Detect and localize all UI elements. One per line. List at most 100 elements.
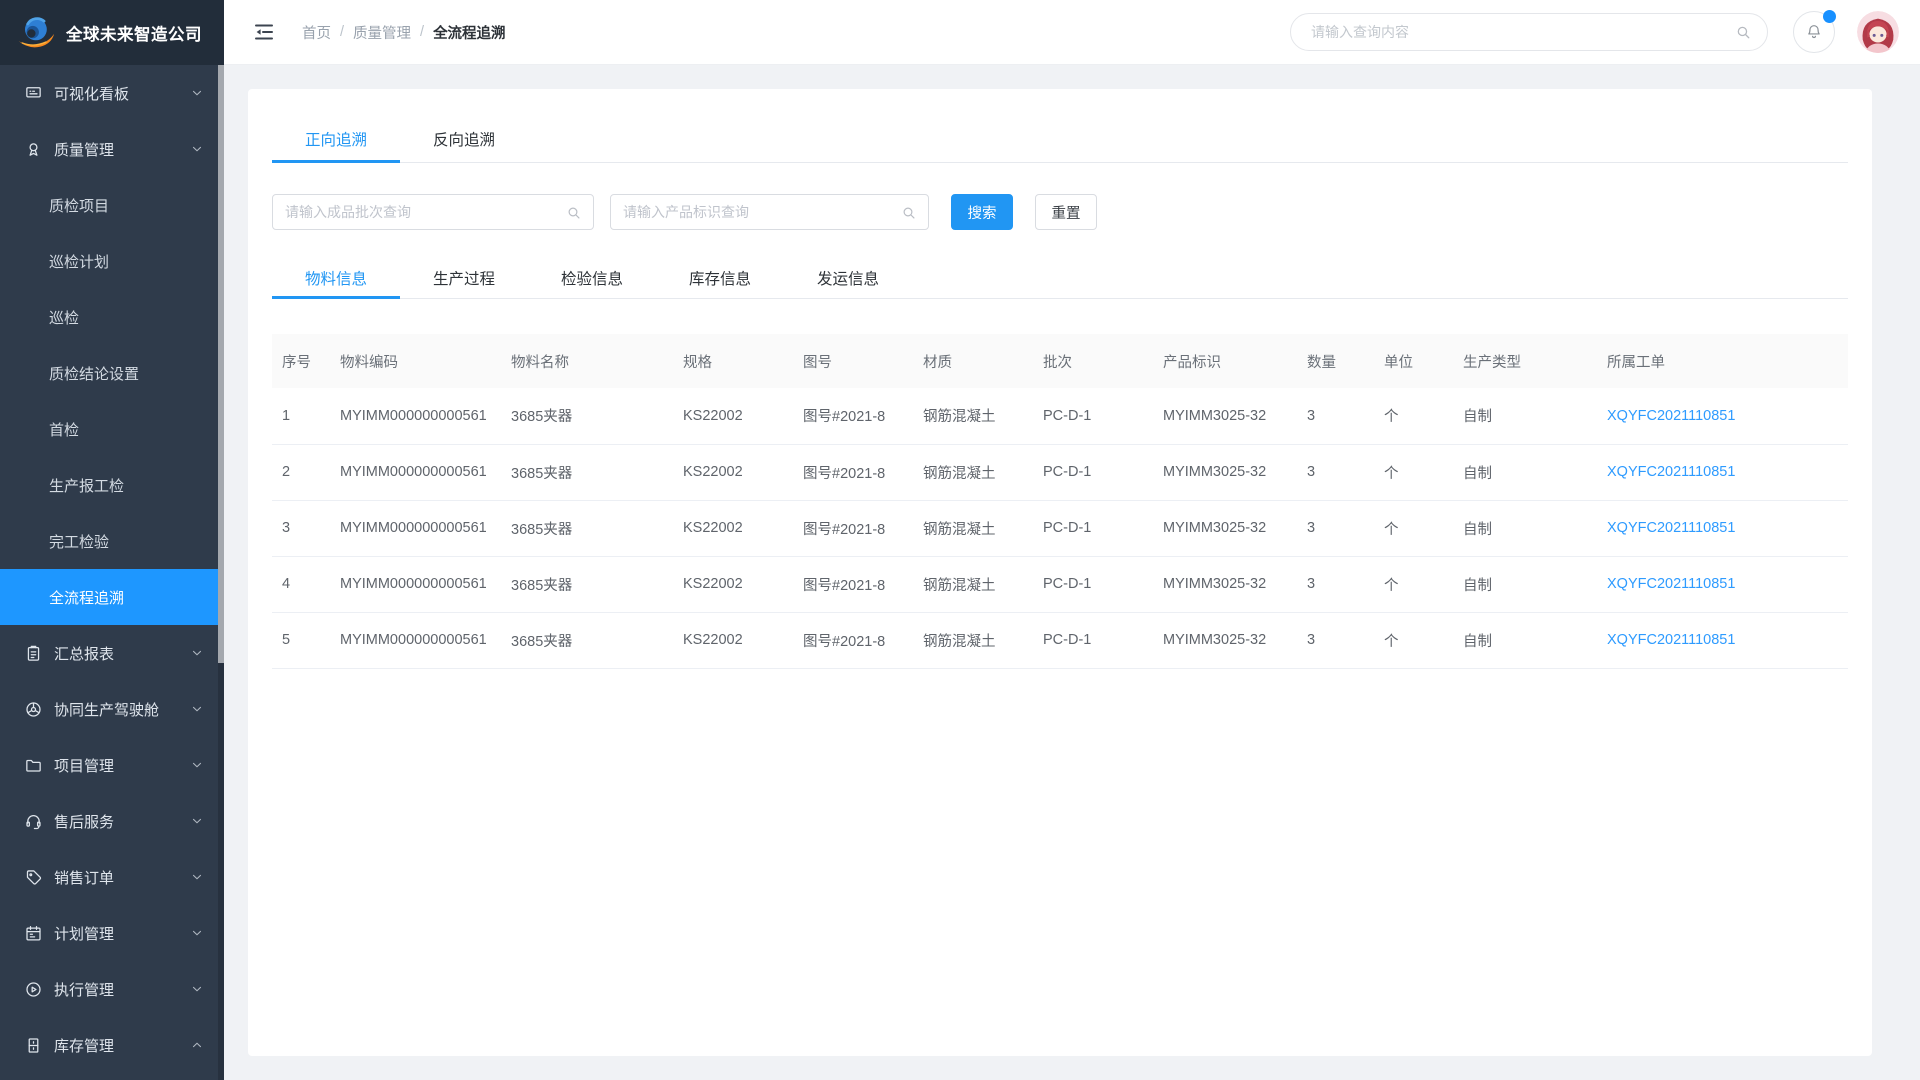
table-cell: MYIMM3025-32 [1153, 500, 1297, 556]
sidebar-item[interactable]: 汇总报表 [0, 625, 224, 681]
breadcrumb-separator: / [340, 24, 344, 40]
work-order-link[interactable]: XQYFC2021110851 [1597, 444, 1848, 500]
table-cell: MYIMM3025-32 [1153, 612, 1297, 668]
table-cell: 3 [1297, 556, 1374, 612]
sidebar-item[interactable]: 协同生产驾驶舱 [0, 681, 224, 737]
sidebar-item[interactable]: 库存管理 [0, 1017, 224, 1073]
notifications-button[interactable] [1793, 11, 1835, 53]
sidebar-item[interactable]: 巡检计划 [0, 233, 224, 289]
column-header: 单位 [1374, 334, 1453, 388]
sidebar-item[interactable]: 完工检验 [0, 513, 224, 569]
table-cell: 自制 [1453, 500, 1597, 556]
table-cell: 3685夹器 [501, 556, 673, 612]
sidebar-item[interactable]: 巡检 [0, 289, 224, 345]
sidebar-item-label: 巡检计划 [49, 251, 204, 272]
batch-search-input[interactable] [273, 195, 593, 229]
sidebar-item-label: 生产报工检 [49, 475, 204, 496]
sub-tab[interactable]: 检验信息 [528, 256, 656, 298]
sub-tab[interactable]: 生产过程 [400, 256, 528, 298]
sidebar-scrollbar-thumb[interactable] [218, 65, 224, 663]
table-cell: 自制 [1453, 388, 1597, 444]
table-cell: 图号#2021-8 [793, 388, 913, 444]
breadcrumb-item: 全流程追溯 [433, 22, 506, 43]
sidebar-item[interactable]: 首检 [0, 401, 224, 457]
sidebar-item[interactable]: 可视化看板 [0, 65, 224, 121]
table-cell: 图号#2021-8 [793, 500, 913, 556]
headset-icon [24, 812, 43, 831]
sidebar-item-label: 汇总报表 [54, 643, 190, 664]
table-cell: 3685夹器 [501, 388, 673, 444]
table-row: 5MYIMM0000000005613685夹器KS22002图号#2021-8… [272, 612, 1848, 668]
sidebar-item[interactable]: 销售订单 [0, 849, 224, 905]
sidebar-item[interactable]: 质量管理 [0, 121, 224, 177]
table-cell: PC-D-1 [1033, 444, 1153, 500]
search-icon[interactable] [1735, 24, 1752, 41]
work-order-link[interactable]: XQYFC2021110851 [1597, 388, 1848, 444]
main-tab[interactable]: 反向追溯 [400, 89, 528, 162]
table-cell: 3 [1297, 500, 1374, 556]
table-cell: KS22002 [673, 388, 793, 444]
sub-tab[interactable]: 发运信息 [784, 256, 912, 298]
sidebar-menu: 可视化看板质量管理质检项目巡检计划巡检质检结论设置首检生产报工检完工检验全流程追… [0, 65, 224, 1080]
material-info-table: 序号物料编码物料名称规格图号材质批次产品标识数量单位生产类型所属工单 1MYIM… [272, 334, 1848, 669]
table-cell: PC-D-1 [1033, 388, 1153, 444]
table-cell: 钢筋混凝土 [913, 556, 1033, 612]
table-cell: 2 [272, 444, 330, 500]
sub-tab[interactable]: 物料信息 [272, 256, 400, 298]
sidebar-item-label: 执行管理 [54, 979, 190, 1000]
product-id-search-input[interactable] [611, 195, 928, 229]
global-search [1290, 13, 1768, 51]
main-tab[interactable]: 正向追溯 [272, 89, 400, 162]
chevron-down-icon [190, 646, 204, 660]
column-header: 规格 [673, 334, 793, 388]
chevron-down-icon [190, 142, 204, 156]
sidebar-item[interactable]: 全流程追溯 [0, 569, 224, 625]
sidebar-item[interactable]: 售后服务 [0, 793, 224, 849]
table-cell: KS22002 [673, 444, 793, 500]
table-cell: 个 [1374, 556, 1453, 612]
work-order-link[interactable]: XQYFC2021110851 [1597, 556, 1848, 612]
sidebar-item-label: 库存管理 [54, 1035, 190, 1056]
sidebar-item[interactable]: 项目管理 [0, 737, 224, 793]
breadcrumb-item[interactable]: 质量管理 [353, 22, 411, 43]
breadcrumb-item[interactable]: 首页 [302, 22, 331, 43]
table-cell: PC-D-1 [1033, 500, 1153, 556]
steering-wheel-icon [24, 700, 43, 719]
reset-button[interactable]: 重置 [1035, 194, 1097, 230]
table-cell: KS22002 [673, 500, 793, 556]
work-order-link[interactable]: XQYFC2021110851 [1597, 612, 1848, 668]
table-cell: 图号#2021-8 [793, 612, 913, 668]
sidebar-item[interactable]: 执行管理 [0, 961, 224, 1017]
breadcrumb-separator: / [420, 24, 424, 40]
chevron-down-icon [190, 86, 204, 100]
main-content: 正向追溯反向追溯 搜索 重置 物料信息生产过程检验信息库存信息发运信息 序号物料… [224, 65, 1920, 1080]
sub-tab[interactable]: 库存信息 [656, 256, 784, 298]
table-cell: 钢筋混凝土 [913, 444, 1033, 500]
table-cell: MYIMM3025-32 [1153, 556, 1297, 612]
company-name: 全球未来智造公司 [66, 21, 202, 45]
global-search-input[interactable] [1291, 14, 1767, 50]
table-cell: 钢筋混凝土 [913, 388, 1033, 444]
table-cell: MYIMM000000000561 [330, 500, 501, 556]
table-cell: 自制 [1453, 556, 1597, 612]
table-cell: 自制 [1453, 444, 1597, 500]
sidebar-item[interactable]: 质检项目 [0, 177, 224, 233]
table-cell: 3685夹器 [501, 444, 673, 500]
sidebar-item[interactable]: 质检结论设置 [0, 345, 224, 401]
table-cell: 个 [1374, 388, 1453, 444]
sidebar-item[interactable]: 计划管理 [0, 905, 224, 961]
search-button[interactable]: 搜索 [951, 194, 1013, 230]
sidebar-fold-icon[interactable] [252, 20, 276, 44]
chevron-up-icon [190, 1038, 204, 1052]
sidebar-item-label: 质量管理 [54, 139, 190, 160]
search-icon [566, 205, 582, 221]
sidebar-item-label: 巡检 [49, 307, 204, 328]
table-cell: 3 [1297, 444, 1374, 500]
user-avatar[interactable] [1857, 11, 1899, 53]
work-order-link[interactable]: XQYFC2021110851 [1597, 500, 1848, 556]
sidebar-item[interactable]: 生产报工检 [0, 457, 224, 513]
table-cell: 5 [272, 612, 330, 668]
table-cell: 3 [1297, 388, 1374, 444]
sidebar-item-label: 全流程追溯 [49, 587, 204, 608]
sidebar-item-label: 质检项目 [49, 195, 204, 216]
